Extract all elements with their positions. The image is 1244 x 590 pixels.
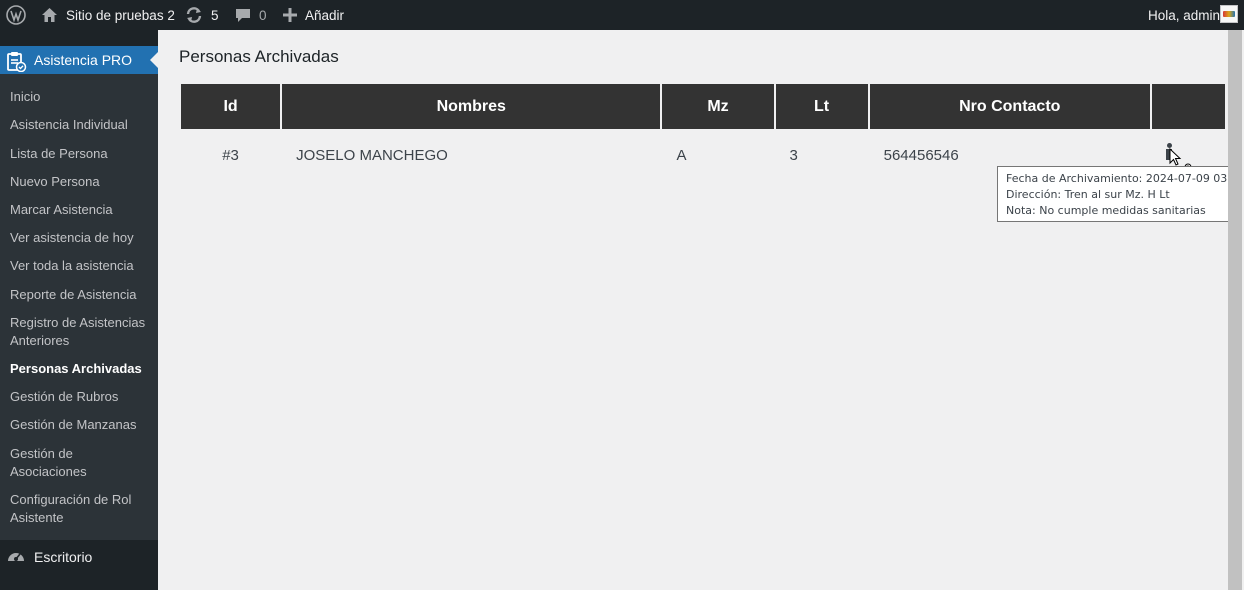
column-header-lt: Lt xyxy=(775,84,868,129)
current-menu-arrow xyxy=(150,52,158,68)
sidebar-item-nuevo-persona[interactable]: Nuevo Persona xyxy=(10,173,150,191)
column-header-nombres: Nombres xyxy=(282,84,661,129)
sidebar-item-registro-asistencias-anteriores[interactable]: Registro de Asistencias Anteriores xyxy=(10,314,150,350)
table-header-row: Id Nombres Mz Lt Nro Contacto xyxy=(181,84,1225,129)
menu-escritorio-label: Escritorio xyxy=(34,549,93,565)
sidebar-item-configuracion-rol-asistente[interactable]: Configuración de Rol Asistente xyxy=(10,491,140,527)
column-header-id: Id xyxy=(181,84,281,129)
clipboard-icon xyxy=(5,50,27,73)
sidebar-item-gestion-rubros[interactable]: Gestión de Rubros xyxy=(10,388,150,406)
comments-count: 0 xyxy=(259,7,267,23)
updates-count: 5 xyxy=(211,7,219,23)
menu-asistencia-pro-label: Asistencia PRO xyxy=(34,52,133,68)
column-header-mz: Mz xyxy=(662,84,774,129)
updates-icon xyxy=(185,6,203,24)
site-name-label: Sitio de pruebas 2 xyxy=(66,7,175,23)
sidebar-item-marcar-asistencia[interactable]: Marcar Asistencia xyxy=(10,201,150,219)
sidebar-item-personas-archivadas[interactable]: Personas Archivadas xyxy=(10,360,150,378)
comments-link[interactable]: 0 xyxy=(235,0,267,30)
comment-icon xyxy=(235,7,251,23)
sidebar-item-gestion-asociaciones[interactable]: Gestión de Asociaciones xyxy=(10,445,120,481)
column-header-nro-contacto: Nro Contacto xyxy=(869,84,1150,129)
sidebar-item-asistencia-individual[interactable]: Asistencia Individual xyxy=(10,116,150,134)
admin-sidebar: Asistencia PRO Inicio Asistencia Individ… xyxy=(0,30,158,590)
cell-nombres: JOSELO MANCHEGO xyxy=(296,146,448,164)
page-title: Personas Archivadas xyxy=(179,47,339,66)
wordpress-logo-button[interactable] xyxy=(4,0,28,30)
sidebar-item-lista-de-persona[interactable]: Lista de Persona xyxy=(10,145,150,163)
tooltip-direccion: Dirección: Tren al sur Mz. H Lt xyxy=(1006,188,1170,201)
updates-link[interactable]: 5 xyxy=(185,0,219,30)
sidebar-item-ver-toda-asistencia[interactable]: Ver toda la asistencia xyxy=(10,257,150,275)
scrollbar-thumb[interactable] xyxy=(1228,30,1242,590)
menu-asistencia-pro[interactable]: Asistencia PRO xyxy=(0,46,158,74)
sidebar-item-reporte-asistencia[interactable]: Reporte de Asistencia xyxy=(10,286,150,304)
new-content-label: Añadir xyxy=(305,7,345,23)
submenu: Inicio Asistencia Individual Lista de Pe… xyxy=(0,74,158,540)
plus-icon xyxy=(283,8,297,22)
menu-escritorio[interactable]: Escritorio xyxy=(0,540,158,574)
tooltip-fecha: Fecha de Archivamiento: 2024-07-09 03:04… xyxy=(1006,172,1244,185)
site-name-link[interactable]: Sitio de pruebas 2 xyxy=(41,0,175,30)
sidebar-item-gestion-manzanas[interactable]: Gestión de Manzanas xyxy=(10,416,150,434)
cell-id: #3 xyxy=(222,146,239,164)
home-icon xyxy=(41,7,58,23)
vertical-scrollbar[interactable] xyxy=(1228,30,1244,590)
column-header-actions xyxy=(1151,84,1225,129)
account-greeting: Hola, admin xyxy=(1147,7,1220,23)
cell-lt: 3 xyxy=(789,146,798,164)
sidebar-item-ver-asistencia-hoy[interactable]: Ver asistencia de hoy xyxy=(10,229,150,247)
archive-info-tooltip: Fecha de Archivamiento: 2024-07-09 03:04… xyxy=(997,166,1244,222)
tooltip-nota: Nota: No cumple medidas sanitarias xyxy=(1006,204,1206,217)
new-content-link[interactable]: Añadir xyxy=(283,0,344,30)
cell-mz: A xyxy=(676,146,687,164)
avatar[interactable] xyxy=(1220,5,1238,23)
sidebar-item-inicio[interactable]: Inicio xyxy=(10,88,150,106)
my-account-link[interactable]: Hola, admin xyxy=(1148,0,1220,30)
wordpress-icon xyxy=(6,5,26,25)
admin-bar: Sitio de pruebas 2 5 0 Añadir Hola, admi… xyxy=(0,0,1244,30)
dashboard-icon xyxy=(7,548,25,566)
